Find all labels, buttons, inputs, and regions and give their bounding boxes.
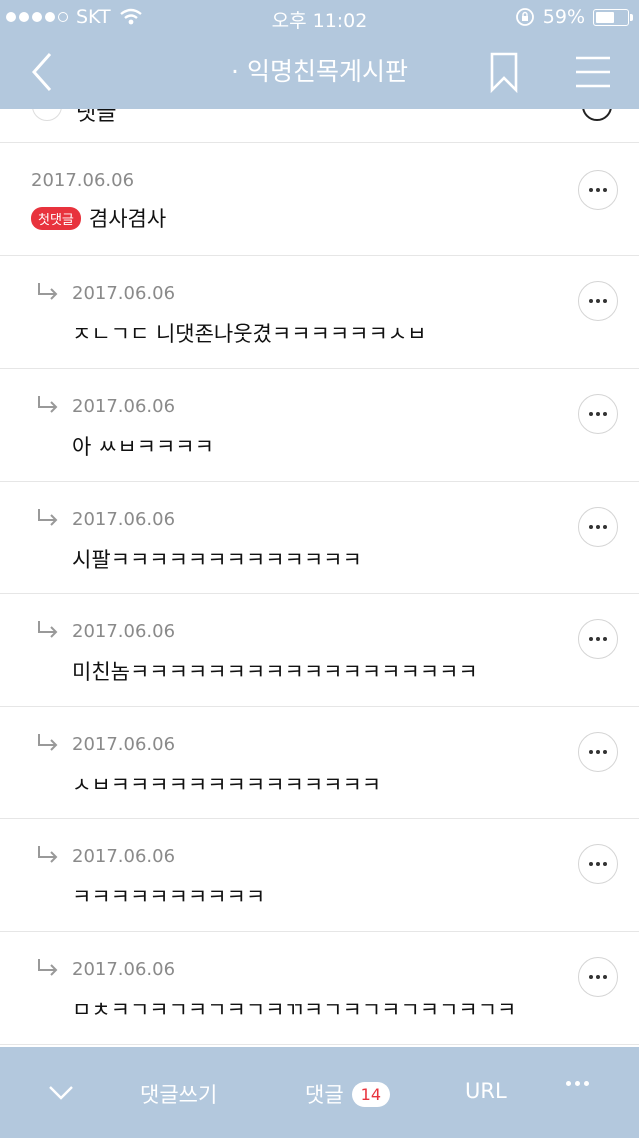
more-dots-icon[interactable] [578,957,618,997]
status-bar: SKT 오후 11:02 59% [0,0,639,36]
more-dots-icon[interactable] [578,844,618,884]
comment-date: 2017.06.06 [72,509,176,530]
chevron-down-icon[interactable] [46,1079,76,1105]
more-dots-icon[interactable] [578,619,618,659]
comment-date: 2017.06.06 [72,283,176,304]
board-title: · 익명친목게시판 [231,57,408,86]
reply-arrow-icon [38,621,58,638]
comment-list[interactable]: 댓글 2017.06.06 첫댓글 겸사겸사 2017.06.06 ㅈㄴㄱㄷ 니댓… [0,109,639,1047]
comment-text: ㅅㅂㅋㅋㅋㅋㅋㅋㅋㅋㅋㅋㅋㅋㅋㅋ [72,773,382,797]
list-item: 2017.06.06 ㅈㄴㄱㄷ 니댓존나웃겼ㅋㅋㅋㅋㅋㅋㅅㅂ [0,256,639,369]
list-item: 2017.06.06 시팔ㅋㅋㅋㅋㅋㅋㅋㅋㅋㅋㅋㅋㅋ [0,482,639,594]
more-dots-icon[interactable] [578,281,618,321]
battery-icon [593,8,633,26]
list-item: 2017.06.06 미친놈ㅋㅋㅋㅋㅋㅋㅋㅋㅋㅋㅋㅋㅋㅋㅋㅋㅋㅋ [0,594,639,707]
comment-text: ㅋㅋㅋㅋㅋㅋㅋㅋㅋㅋ [72,885,266,909]
reply-arrow-icon [38,509,58,526]
lock-rotation-icon [515,8,534,26]
reply-arrow-icon [38,846,58,863]
comment-date: 2017.06.06 [72,396,176,417]
more-dots-icon[interactable] [566,1081,589,1086]
avatar [32,109,62,121]
battery-percent: 59% [542,6,585,28]
comment-date: 2017.06.06 [31,170,135,191]
more-dots-icon[interactable] [578,170,618,210]
reply-arrow-icon [38,283,58,300]
more-button[interactable] [582,109,612,121]
reply-arrow-icon [38,734,58,751]
more-dots-icon[interactable] [578,507,618,547]
list-item: 2017.06.06 ㅋㅋㅋㅋㅋㅋㅋㅋㅋㅋ [0,819,639,932]
list-item: 2017.06.06 아 ㅆㅂㅋㅋㅋㅋ [0,369,639,482]
nav-bar: · 익명친목게시판 [0,36,639,109]
comment-text: 시팔ㅋㅋㅋㅋㅋㅋㅋㅋㅋㅋㅋㅋㅋ [72,548,362,572]
comment-count-badge: 14 [351,1081,390,1107]
list-item: 2017.06.06 ㅅㅂㅋㅋㅋㅋㅋㅋㅋㅋㅋㅋㅋㅋㅋㅋ [0,707,639,819]
more-dots-icon[interactable] [578,394,618,434]
more-dots-icon[interactable] [578,732,618,772]
comment-date: 2017.06.06 [72,846,176,867]
partial-comment-text: 댓글 [76,109,117,126]
comment-text: 아 ㅆㅂㅋㅋㅋㅋ [72,435,214,459]
comment-date: 2017.06.06 [72,734,176,755]
first-comment-badge: 첫댓글 [31,206,81,230]
bookmark-icon[interactable] [486,50,522,94]
status-right: 59% [515,6,633,28]
partial-comment: 댓글 [0,109,639,143]
comment-body: 첫댓글 겸사겸사 [31,203,166,233]
url-button[interactable]: URL [465,1079,507,1103]
comments-button[interactable]: 댓글 14 [305,1079,390,1109]
comment-text: 겸사겸사 [88,207,167,231]
bottom-toolbar: 댓글쓰기 댓글 14 URL [0,1047,639,1138]
list-item: 2017.06.06 ㅁㅊㅋㄱㅋㄱㅋㄱㅋㄱㅋㄲㅋㄱㅋㄱㅋㄱㅋㄱㅋㄱㅋ [0,932,639,1045]
hamburger-menu-icon[interactable] [572,54,614,90]
comments-label: 댓글 [305,1083,344,1107]
reply-arrow-icon [38,959,58,976]
reply-arrow-icon [38,396,58,413]
comment-text: ㅁㅊㅋㄱㅋㄱㅋㄱㅋㄱㅋㄲㅋㄱㅋㄱㅋㄱㅋㄱㅋㄱㅋ [72,998,517,1022]
comment-date: 2017.06.06 [72,959,176,980]
app-header: SKT 오후 11:02 59% · 익명친목게시판 [0,0,639,109]
comment-text: 미친놈ㅋㅋㅋㅋㅋㅋㅋㅋㅋㅋㅋㅋㅋㅋㅋㅋㅋㅋ [72,660,478,684]
list-item: 2017.06.06 첫댓글 겸사겸사 [0,143,639,256]
comment-text: ㅈㄴㄱㄷ 니댓존나웃겼ㅋㅋㅋㅋㅋㅋㅅㅂ [72,322,427,346]
comment-date: 2017.06.06 [72,621,176,642]
write-comment-button[interactable]: 댓글쓰기 [140,1079,217,1109]
